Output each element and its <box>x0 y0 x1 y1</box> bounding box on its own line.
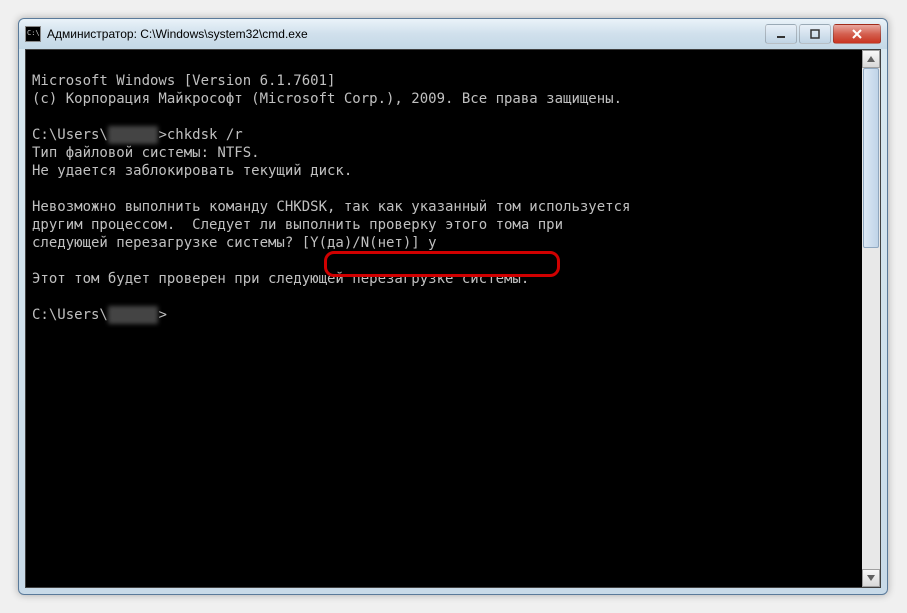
lock-fail-line: Не удается заблокировать текущий диск. <box>32 163 352 179</box>
cmd-icon <box>25 26 41 42</box>
yn-prompt: [Y(да)/N(нет)] y <box>302 235 437 251</box>
chevron-down-icon <box>867 575 875 581</box>
scroll-up-button[interactable] <box>862 50 880 68</box>
titlebar[interactable]: Администратор: C:\Windows\system32\cmd.e… <box>19 19 887 49</box>
username-redacted-2: ██████ <box>108 306 159 324</box>
minimize-button[interactable] <box>765 24 797 44</box>
terminal-area[interactable]: Microsoft Windows [Version 6.1.7601] (c)… <box>25 49 881 588</box>
copyright-line: (c) Корпорация Майкрософт (Microsoft Cor… <box>32 91 622 107</box>
command-chkdsk: >chkdsk /r <box>158 127 242 143</box>
chkdsk-msg-1: Невозможно выполнить команду CHKDSK, так… <box>32 199 630 215</box>
close-icon <box>851 29 863 39</box>
scroll-track[interactable] <box>862 68 880 569</box>
prompt-path: C:\Users\ <box>32 127 108 143</box>
vertical-scrollbar[interactable] <box>862 50 880 587</box>
window-title: Администратор: C:\Windows\system32\cmd.e… <box>47 27 765 41</box>
username-redacted: ██████ <box>108 126 159 144</box>
prompt-path-2: C:\Users\ <box>32 307 108 323</box>
version-line: Microsoft Windows [Version 6.1.7601] <box>32 73 335 89</box>
prompt-cursor: > <box>158 307 166 323</box>
scroll-down-button[interactable] <box>862 569 880 587</box>
chevron-up-icon <box>867 56 875 62</box>
minimize-icon <box>776 29 786 39</box>
terminal-output: Microsoft Windows [Version 6.1.7601] (c)… <box>32 54 874 342</box>
fs-type-line: Тип файловой системы: NTFS. <box>32 145 260 161</box>
schedule-confirm: Этот том будет проверен при следующей пе… <box>32 271 529 287</box>
window-controls <box>765 24 881 44</box>
cmd-window: Администратор: C:\Windows\system32\cmd.e… <box>18 18 888 595</box>
chkdsk-msg-3: следующей перезагрузке системы? <box>32 235 302 251</box>
maximize-icon <box>810 29 820 39</box>
chkdsk-msg-2: другим процессом. Следует ли выполнить п… <box>32 217 563 233</box>
close-button[interactable] <box>833 24 881 44</box>
scroll-thumb[interactable] <box>863 68 879 248</box>
maximize-button[interactable] <box>799 24 831 44</box>
